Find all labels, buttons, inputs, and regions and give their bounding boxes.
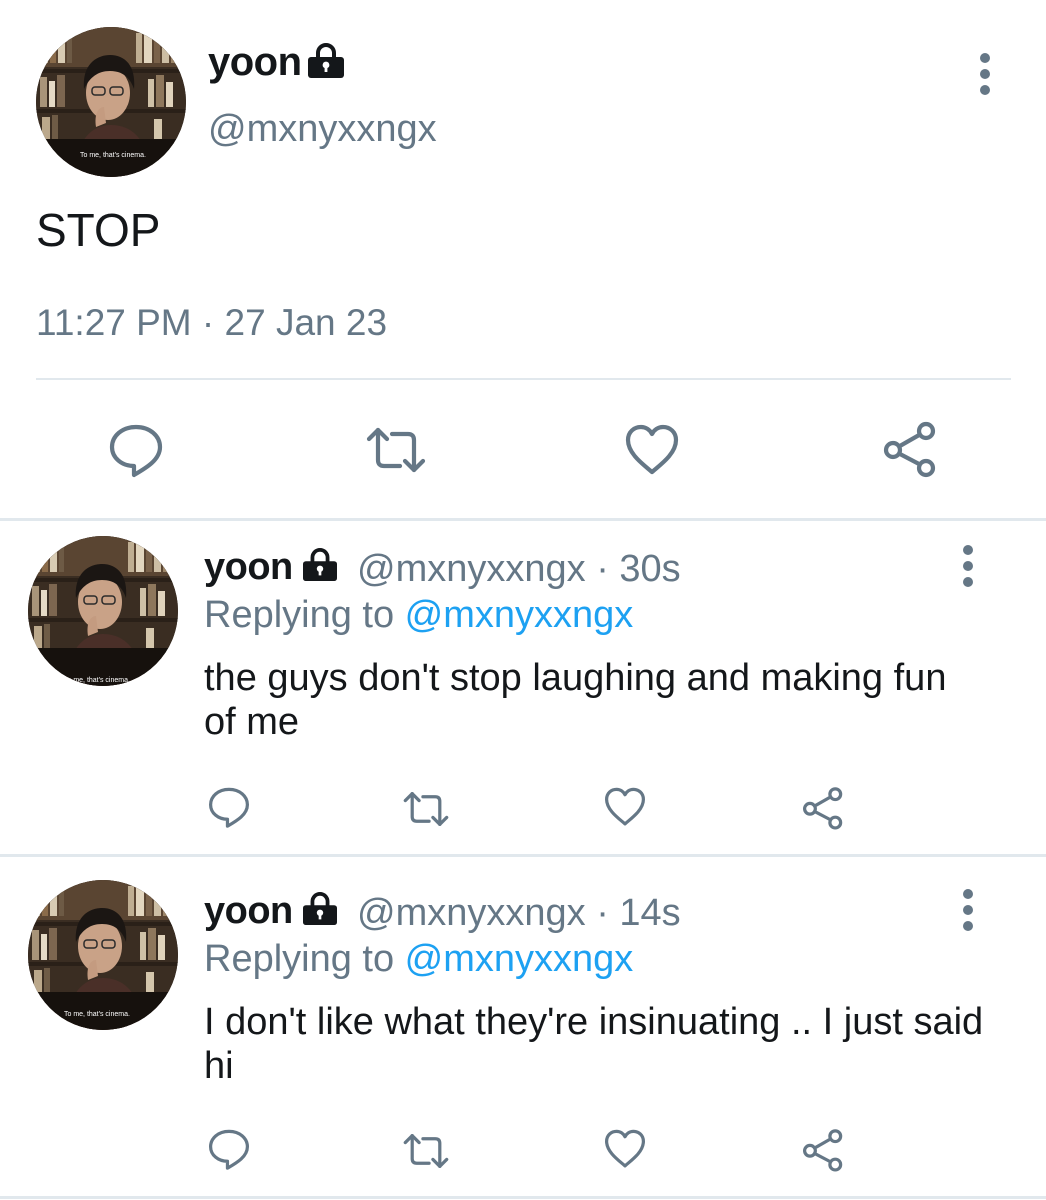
display-name[interactable]: yoon <box>204 890 293 933</box>
replying-to: Replying to @mxnyxxngx <box>204 938 633 981</box>
share-icon <box>800 1126 846 1174</box>
tweet-timestamp[interactable]: 11:27 PM · 27 Jan 23 <box>36 302 387 344</box>
handle-and-time[interactable]: @mxnyxxngx · 14s <box>357 892 681 935</box>
like-button[interactable] <box>602 1126 648 1172</box>
lock-icon <box>300 892 340 926</box>
main-tweet: To me, that's cinema. yoon @mxnyxxngx ST… <box>0 0 1046 520</box>
like-icon <box>602 1126 648 1172</box>
replying-to-prefix: Replying to <box>204 938 405 980</box>
avatar-caption: To me, that's cinema. <box>64 677 130 684</box>
reply-tweet[interactable]: To me, that's cinema. yoon @mxnyxxngx · … <box>0 522 1046 854</box>
reply-icon <box>206 1126 252 1172</box>
like-button[interactable] <box>602 784 648 830</box>
retweet-button[interactable] <box>400 1128 452 1174</box>
avatar-image: To me, that's cinema. <box>36 27 186 177</box>
divider <box>36 378 1011 380</box>
avatar[interactable]: To me, that's cinema. <box>28 536 178 686</box>
reply-button[interactable] <box>206 784 252 830</box>
reply-button[interactable] <box>206 1126 252 1172</box>
avatar-caption: To me, that's cinema. <box>80 152 146 159</box>
retweet-icon <box>400 1128 452 1174</box>
reply-icon <box>106 420 166 480</box>
reply-icon <box>206 784 252 830</box>
retweet-button[interactable] <box>364 420 428 480</box>
user-handle[interactable]: @mxnyxxngx <box>208 108 437 151</box>
avatar-image: To me, that's cinema. <box>28 536 178 686</box>
divider <box>0 518 1046 521</box>
retweet-icon <box>364 420 428 480</box>
share-button[interactable] <box>800 1126 846 1174</box>
avatar[interactable]: To me, that's cinema. <box>28 880 178 1030</box>
divider <box>0 1196 1046 1199</box>
more-vertical-icon[interactable] <box>958 888 978 932</box>
avatar-caption: To me, that's cinema. <box>64 1011 130 1018</box>
share-button[interactable] <box>880 418 940 480</box>
mention-link[interactable]: @mxnyxxngx <box>405 938 634 980</box>
share-icon <box>800 784 846 832</box>
like-icon <box>602 784 648 830</box>
divider <box>0 854 1046 857</box>
handle-and-time[interactable]: @mxnyxxngx · 30s <box>357 548 681 591</box>
avatar-image: To me, that's cinema. <box>28 880 178 1030</box>
avatar[interactable]: To me, that's cinema. <box>36 27 186 177</box>
share-button[interactable] <box>800 784 846 832</box>
tweet-text: STOP <box>36 204 161 256</box>
display-name[interactable]: yoon <box>208 40 302 85</box>
reply-button[interactable] <box>106 420 166 480</box>
reply-tweet[interactable]: To me, that's cinema. yoon @mxnyxxngx · … <box>0 858 1046 1196</box>
like-icon <box>622 420 682 480</box>
more-vertical-icon[interactable] <box>958 544 978 588</box>
lock-icon <box>300 548 340 582</box>
display-name[interactable]: yoon <box>204 546 293 589</box>
lock-icon <box>305 43 347 79</box>
replying-to-prefix: Replying to <box>204 594 405 636</box>
mention-link[interactable]: @mxnyxxngx <box>405 594 634 636</box>
more-vertical-icon[interactable] <box>975 52 995 96</box>
retweet-icon <box>400 786 452 832</box>
share-icon <box>880 418 940 480</box>
like-button[interactable] <box>622 420 682 480</box>
tweet-text: I don't like what they're insinuating ..… <box>204 1001 984 1087</box>
retweet-button[interactable] <box>400 786 452 832</box>
replying-to: Replying to @mxnyxxngx <box>204 594 633 637</box>
tweet-text: the guys don't stop laughing and making … <box>204 657 947 743</box>
